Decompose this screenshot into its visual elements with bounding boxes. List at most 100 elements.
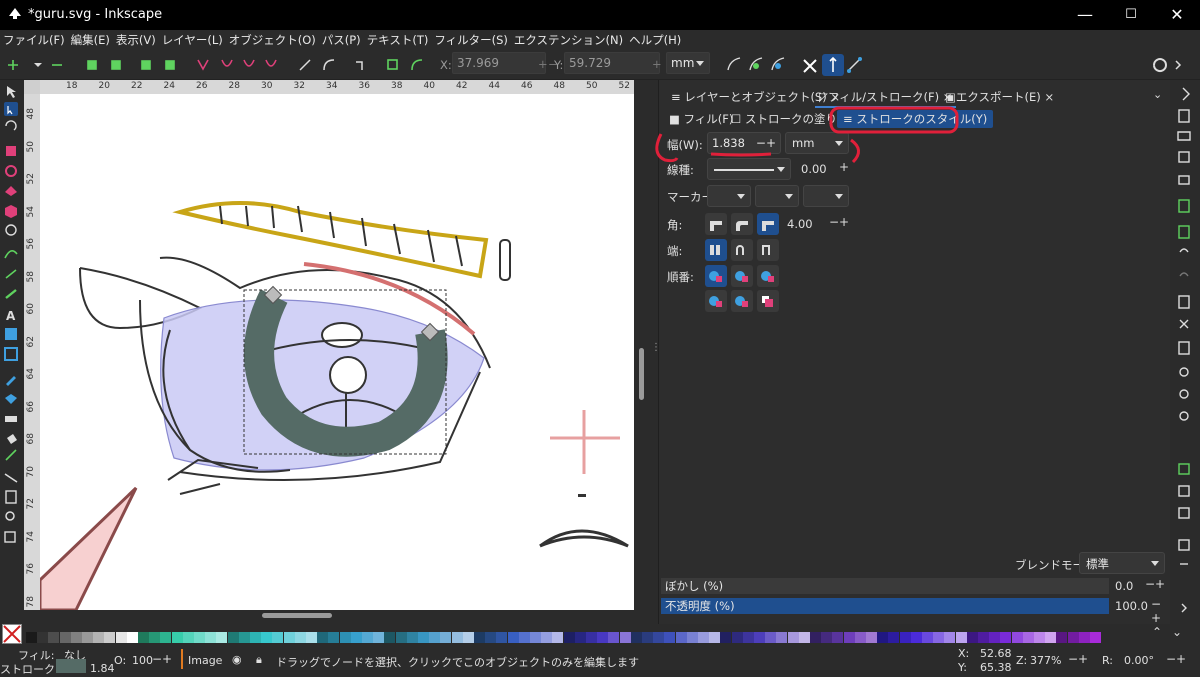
no-paint-swatch[interactable] (2, 624, 22, 644)
palette-swatch[interactable] (597, 632, 609, 643)
palette-swatch[interactable] (93, 632, 105, 643)
menu-help[interactable]: ヘルプ(H) (626, 30, 684, 50)
palette-swatch[interactable] (989, 632, 1001, 643)
palette-swatch[interactable] (619, 632, 631, 643)
palette-swatch[interactable] (686, 632, 698, 643)
gradient-tool-icon[interactable] (5, 328, 17, 340)
palette-swatch[interactable] (586, 632, 597, 643)
menu-filters[interactable]: フィルター(S) (431, 30, 511, 50)
cut-icon[interactable] (1179, 319, 1189, 329)
palette-swatch[interactable] (496, 632, 508, 643)
status-stroke-swatch[interactable] (56, 659, 86, 673)
palette-swatch[interactable] (630, 632, 642, 643)
status-rotation-stepper[interactable]: −+ (1166, 652, 1186, 666)
palette-swatch[interactable] (810, 632, 821, 643)
palette-swatch[interactable] (306, 632, 317, 643)
palette-swatch[interactable] (238, 632, 250, 643)
palette-swatch[interactable] (854, 632, 866, 643)
lock-icon[interactable]: 🔒︎ (256, 653, 262, 667)
palette-swatch[interactable] (1045, 632, 1057, 643)
vertical-ruler[interactable]: 48 50 52 54 56 58 60 62 64 66 68 70 72 74 76 78 (24, 94, 40, 610)
palette-swatch[interactable] (664, 632, 676, 643)
palette-swatch[interactable] (754, 632, 765, 643)
palette-swatch[interactable] (574, 632, 586, 643)
dropper-tool-icon[interactable] (6, 376, 16, 386)
eraser-tool-icon[interactable] (5, 416, 17, 422)
palette-swatch[interactable] (384, 632, 396, 643)
palette-swatch[interactable] (462, 632, 474, 643)
palette-swatch[interactable] (283, 632, 295, 643)
lpe-tool-icon[interactable] (4, 531, 16, 543)
palette-swatch[interactable] (1078, 632, 1090, 643)
palette-swatch[interactable] (944, 632, 956, 643)
menu-extensions[interactable]: エクステンション(N) (511, 30, 626, 50)
menu-layer[interactable]: レイヤー(L) (159, 30, 226, 50)
new-document-icon[interactable] (1178, 109, 1190, 123)
palette-swatch[interactable] (877, 632, 889, 643)
blur-slider[interactable]: ぼかし (%) (661, 578, 1109, 594)
y-coordinate-input[interactable]: 59.729 (564, 52, 660, 74)
palette-swatch[interactable] (216, 632, 228, 643)
copy-icon[interactable] (1178, 295, 1190, 309)
palette-swatch[interactable] (821, 632, 833, 643)
palette-swatch[interactable] (194, 632, 205, 643)
palette-swatch[interactable] (552, 632, 564, 643)
status-layer-name[interactable]: Image (188, 654, 222, 667)
menu-edit[interactable]: 編集(E) (68, 30, 113, 50)
palette-swatch[interactable] (395, 632, 407, 643)
horizontal-scrollbar[interactable] (40, 610, 634, 624)
palette-swatch[interactable] (709, 632, 721, 643)
group-icon[interactable] (1178, 539, 1190, 551)
palette-swatch[interactable] (720, 632, 732, 643)
blur-stepper[interactable]: −+ (1145, 577, 1165, 591)
palette-swatch[interactable] (429, 632, 441, 643)
palette-swatch[interactable] (115, 632, 127, 643)
eye-icon[interactable]: ◉ (232, 653, 242, 666)
palette-swatch[interactable] (765, 632, 777, 643)
palette-swatch[interactable] (227, 632, 239, 643)
status-opacity-stepper[interactable]: −+ (152, 652, 172, 666)
palette-swatch[interactable] (675, 632, 687, 643)
palette-swatch[interactable] (798, 632, 810, 643)
palette-scroll-up-icon[interactable]: ⌃ (1152, 625, 1162, 639)
3dbox-tool-icon[interactable] (5, 205, 17, 218)
unit-select[interactable]: mm (666, 52, 710, 74)
palette-swatch[interactable] (787, 632, 799, 643)
palette-swatch[interactable] (272, 632, 284, 643)
palette-swatch[interactable] (731, 632, 743, 643)
palette-swatch[interactable] (1011, 632, 1023, 643)
commands-expand-icon[interactable] (1182, 87, 1190, 101)
spray-tool-icon[interactable] (7, 434, 17, 444)
palette-swatch[interactable] (250, 632, 261, 643)
pen-tool-icon[interactable] (4, 250, 18, 259)
save-icon[interactable] (1178, 151, 1190, 163)
unlink-clone-icon[interactable] (1178, 507, 1190, 519)
y-plus-button[interactable]: + (652, 57, 662, 71)
palette-swatch[interactable] (261, 632, 273, 643)
palette-swatch[interactable] (104, 632, 116, 643)
tweak-tool-icon[interactable] (5, 120, 17, 131)
opacity-value[interactable]: 100.0 (1115, 599, 1148, 613)
mesh-tool-icon[interactable] (4, 347, 18, 361)
palette-swatch[interactable] (70, 632, 82, 643)
import-icon[interactable] (1178, 199, 1190, 213)
palette-swatch[interactable] (866, 632, 877, 643)
palette-swatch[interactable] (832, 632, 844, 643)
status-stroke-width[interactable]: 1.84 (90, 662, 115, 675)
palette-swatch[interactable] (899, 632, 911, 643)
pencil-tool-icon[interactable] (5, 269, 17, 279)
palette-swatch[interactable] (1056, 632, 1068, 643)
palette-swatch[interactable] (1034, 632, 1045, 643)
palette-swatch[interactable] (563, 632, 575, 643)
palette-swatch[interactable] (530, 632, 541, 643)
palette-swatch[interactable] (451, 632, 463, 643)
palette-swatch[interactable] (406, 632, 418, 643)
palette-swatch[interactable] (339, 632, 351, 643)
palette-swatch[interactable] (160, 632, 172, 643)
palette-swatch[interactable] (418, 632, 429, 643)
palette-swatch[interactable] (1067, 632, 1079, 643)
clone-icon[interactable] (1178, 485, 1190, 497)
palette-swatch[interactable] (507, 632, 519, 643)
palette-swatch[interactable] (59, 632, 71, 643)
palette-swatch[interactable] (910, 632, 922, 643)
